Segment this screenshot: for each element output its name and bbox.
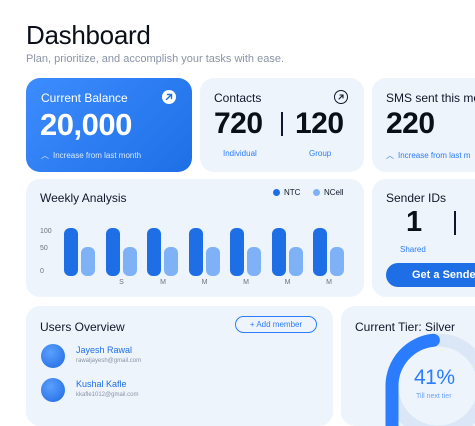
user-name[interactable]: Kushal Kafle [76, 379, 127, 389]
trend-indicator: ︿ Increase from last m [386, 150, 470, 161]
x-tick-label: M [243, 279, 249, 286]
bar-ncell [247, 247, 261, 276]
bar-ncell [122, 247, 137, 276]
card-title: Current Balance [41, 91, 128, 105]
x-tick-label: M [284, 279, 291, 286]
chevron-up-icon: ︿ [386, 151, 394, 160]
x-tick-label: M [326, 279, 332, 286]
page-subtitle: Plan, prioritize, and accomplish your ta… [26, 53, 285, 65]
bar-ntc [147, 228, 161, 276]
divider [454, 211, 456, 235]
bar-ncell [81, 247, 95, 276]
bar-ntc [105, 228, 120, 276]
card-title: Sender IDs [386, 191, 447, 205]
list-item[interactable]: Jayesh Rawal rawaljayesh@gmail.com [26, 342, 333, 372]
tier-subtitle: Till next tier [416, 393, 452, 400]
group-label[interactable]: Group [309, 149, 331, 158]
y-tick-label: 100 [40, 228, 52, 235]
y-tick-label: 50 [40, 245, 48, 252]
users-overview-card: Users Overview + Add member Jayesh Rawal… [26, 306, 333, 426]
trend-indicator: ︿ Increase from last month [41, 150, 141, 161]
trend-text: Increase from last month [53, 151, 142, 160]
arrow-up-right-icon[interactable] [334, 90, 348, 104]
x-tick-label: M [201, 279, 208, 286]
list-item[interactable]: Kushal Kafle kkafle1012@gmail.com [26, 376, 333, 406]
individual-count: 720 [214, 107, 263, 140]
card-title: Contacts [214, 91, 262, 105]
sender-ids-card: Sender IDs 1 Shared Get a Sende [372, 179, 475, 297]
weekly-analysis-card: Weekly Analysis NTC NCell 100 50 0 S M M M M M [26, 179, 364, 297]
sms-count: 220 [386, 107, 435, 140]
bar-ncell [330, 247, 344, 276]
tier-percent: 41% [414, 366, 455, 389]
sms-sent-card[interactable]: SMS sent this mon 220 ︿ Increase from la… [372, 78, 475, 172]
y-tick-label: 0 [40, 268, 44, 275]
avatar [41, 378, 65, 402]
bar-ncell [205, 247, 220, 276]
card-title: Users Overview [40, 320, 125, 334]
user-email: rawaljayesh@gmail.com [76, 358, 142, 364]
current-balance-card[interactable]: Current Balance 20,000 ︿ Increase from l… [26, 78, 192, 172]
balance-value: 20,000 [40, 107, 132, 142]
sender-count: 1 [406, 206, 422, 238]
bar-ncell [164, 247, 178, 276]
bar-ntc [313, 228, 327, 276]
chart-area: 100 50 0 S M M M M M [26, 179, 364, 297]
bar-ntc [230, 228, 244, 276]
bar-ncell [288, 247, 303, 276]
x-tick-label: M [160, 279, 166, 286]
bar-ntc [188, 228, 203, 276]
page-title: Dashboard [26, 20, 151, 50]
bar-ntc [64, 228, 78, 276]
user-email: kkafle1012@gmail.com [76, 392, 139, 398]
get-sender-id-button[interactable]: Get a Sende [386, 263, 475, 287]
group-count: 120 [295, 107, 344, 140]
arrow-up-right-icon[interactable] [162, 90, 176, 104]
shared-label[interactable]: Shared [400, 245, 426, 254]
individual-label[interactable]: Individual [223, 149, 257, 158]
bar-ntc [271, 228, 286, 276]
current-tier-card: Current Tier: Silver 41% Till next tier [341, 306, 475, 426]
chevron-up-icon: ︿ [41, 151, 49, 160]
contacts-card[interactable]: Contacts 720 120 Individual Group [200, 78, 364, 172]
add-member-button[interactable]: + Add member [235, 316, 317, 333]
trend-text: Increase from last m [398, 151, 471, 160]
tier-gauge [385, 333, 475, 426]
x-tick-label: S [119, 279, 124, 286]
user-name[interactable]: Jayesh Rawal [76, 345, 132, 355]
card-title: SMS sent this mon [386, 91, 475, 105]
divider [281, 112, 283, 136]
avatar [41, 344, 65, 368]
